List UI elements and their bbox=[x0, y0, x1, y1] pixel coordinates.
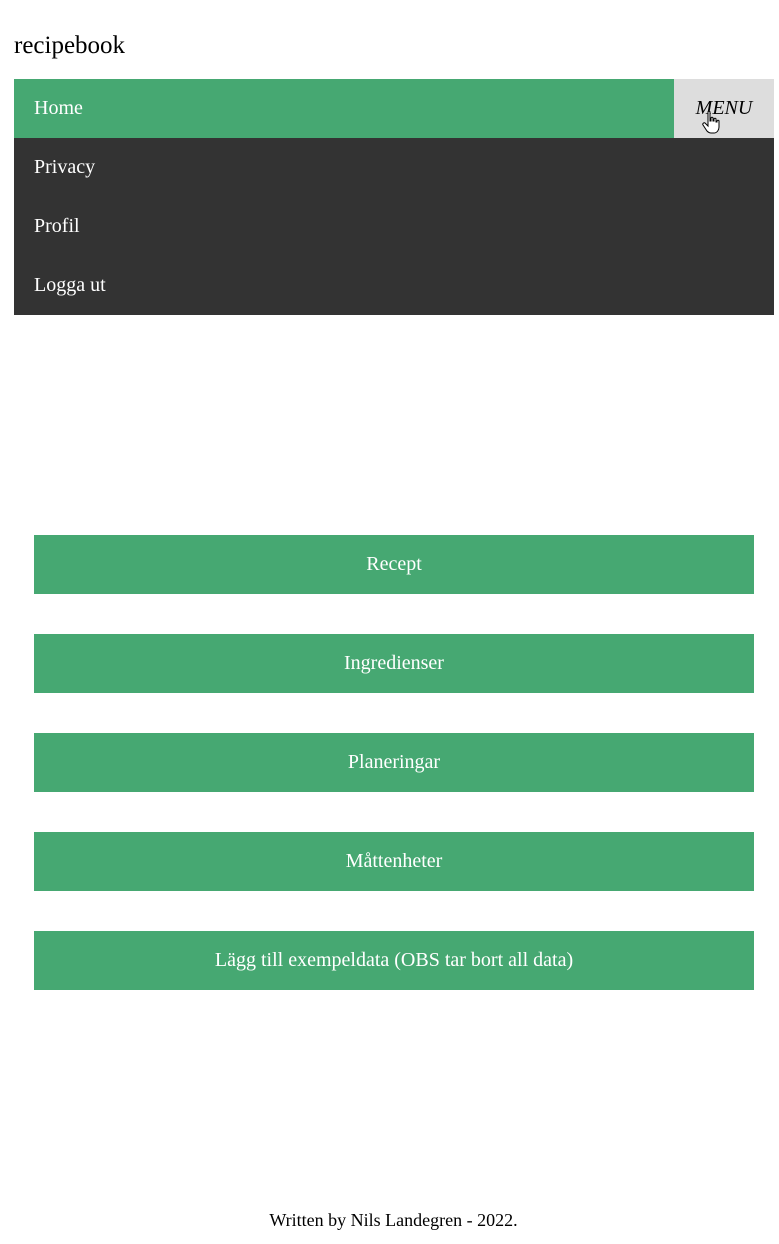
ingredienser-button[interactable]: Ingredienser bbox=[34, 634, 754, 693]
action-buttons: Recept Ingredienser Planeringar Måttenhe… bbox=[34, 535, 754, 1030]
main-navigation: Home MENU Privacy Profil Logga ut bbox=[14, 79, 774, 315]
add-example-data-button[interactable]: Lägg till exempeldata (OBS tar bort all … bbox=[34, 931, 754, 990]
page: recipebook Home MENU Privacy Profil Logg… bbox=[0, 0, 779, 1244]
brand-title[interactable]: recipebook bbox=[14, 31, 125, 61]
nav-item-privacy[interactable]: Privacy bbox=[14, 138, 774, 197]
nav-item-label: Home bbox=[34, 97, 83, 119]
nav-item-home[interactable]: Home MENU bbox=[14, 79, 774, 138]
nav-item-label: Profil bbox=[34, 215, 80, 237]
nav-dropdown: Privacy Profil Logga ut bbox=[14, 138, 774, 315]
planeringar-button[interactable]: Planeringar bbox=[34, 733, 754, 792]
recept-button[interactable]: Recept bbox=[34, 535, 754, 594]
nav-item-profil[interactable]: Profil bbox=[14, 197, 774, 256]
menu-toggle-button[interactable]: MENU bbox=[674, 79, 774, 138]
nav-item-logga-ut[interactable]: Logga ut bbox=[14, 256, 774, 315]
footer-text: Written by Nils Landegren - 2022. bbox=[269, 1210, 518, 1230]
nav-item-label: Logga ut bbox=[34, 274, 106, 296]
hand-pointer-icon bbox=[702, 110, 720, 134]
nav-item-label: Privacy bbox=[34, 156, 96, 178]
mattenheter-button[interactable]: Måttenheter bbox=[34, 832, 754, 891]
